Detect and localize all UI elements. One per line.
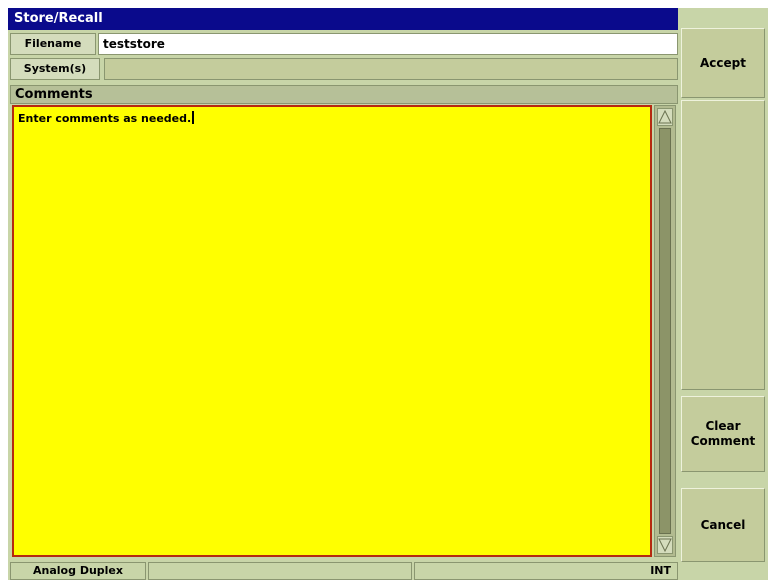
cancel-button[interactable]: Cancel	[681, 488, 765, 562]
down-triangle-icon	[658, 538, 672, 553]
comments-scrollbar[interactable]	[654, 105, 676, 557]
status-cell-2	[148, 562, 412, 580]
systems-field[interactable]	[104, 58, 678, 80]
status-bar: Analog Duplex INT	[8, 562, 678, 580]
status-reference: INT	[414, 562, 678, 580]
softkey-blank-1	[681, 100, 765, 390]
filename-label: Filename	[10, 33, 96, 55]
scroll-down-button[interactable]	[657, 536, 673, 554]
accept-button[interactable]: Accept	[681, 28, 765, 98]
window-title: Store/Recall	[8, 8, 678, 30]
clear-comment-label-line1: Clear	[705, 419, 741, 433]
accept-label: Accept	[700, 55, 746, 70]
filename-field[interactable]: teststore	[98, 33, 678, 55]
cancel-label: Cancel	[700, 517, 746, 532]
up-triangle-icon	[658, 109, 672, 124]
text-caret	[192, 111, 195, 124]
clear-comment-button[interactable]: Clear Comment	[681, 396, 765, 472]
comments-text: Enter comments as needed.	[18, 112, 192, 125]
systems-label: System(s)	[10, 58, 100, 80]
scroll-track[interactable]	[659, 128, 671, 534]
comments-header: Comments	[10, 85, 678, 104]
scroll-up-button[interactable]	[657, 108, 673, 126]
status-mode: Analog Duplex	[10, 562, 146, 580]
clear-comment-label-line2: Comment	[690, 434, 756, 448]
comments-textarea[interactable]: Enter comments as needed.	[12, 105, 652, 557]
